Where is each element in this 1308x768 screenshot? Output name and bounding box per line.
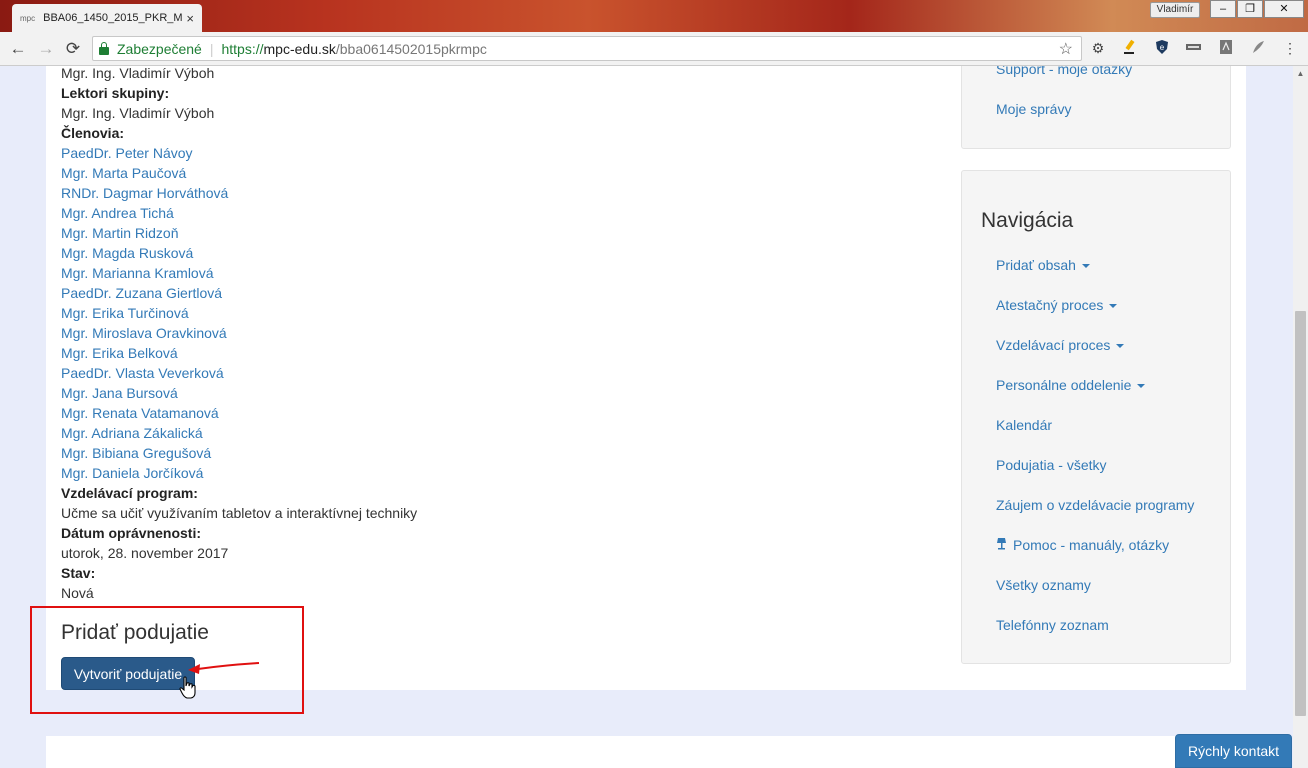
footer-panel (46, 736, 1246, 768)
lamp-icon (996, 537, 1007, 553)
nav-item-personnel[interactable]: Personálne oddelenie (996, 377, 1146, 393)
member-link[interactable]: Mgr. Erika Turčinová (61, 303, 941, 323)
member-link[interactable]: Mgr. Marianna Kramlová (61, 263, 941, 283)
bookmark-star-icon[interactable]: ☆ (1059, 39, 1073, 59)
member-link[interactable]: Mgr. Andrea Tichá (61, 203, 941, 223)
date-value: utorok, 28. november 2017 (61, 545, 229, 561)
highlight-box (30, 606, 304, 714)
caret-down-icon (1109, 304, 1118, 309)
member-link[interactable]: PaedDr. Vlasta Veverková (61, 363, 941, 383)
member-link[interactable]: PaedDr. Peter Návoy (61, 143, 941, 163)
caret-down-icon (1137, 384, 1146, 389)
sidebar-navigation-card: Navigácia Pridať obsah Atestačný proces … (961, 170, 1231, 664)
back-arrow-icon[interactable]: ← (7, 38, 29, 60)
member-link[interactable]: Mgr. Martin Ridzoň (61, 223, 941, 243)
nav-item-phonebook[interactable]: Telefónny zoznam (996, 617, 1109, 633)
members-label: Členovia: (61, 125, 125, 141)
browser-tab[interactable]: mpc BBA06_1450_2015_PKR_M × (12, 4, 202, 32)
caret-down-icon (1081, 264, 1090, 269)
group-details: Mgr. Ing. Vladimír Výboh Lektori skupiny… (61, 66, 941, 603)
nav-item-education[interactable]: Vzdelávací proces (996, 337, 1125, 353)
scroll-up-icon[interactable]: ▲ (1293, 66, 1308, 81)
nav-item-help[interactable]: Pomoc - manuály, otázky (996, 537, 1169, 553)
reload-icon[interactable]: ⟳ (62, 38, 84, 60)
member-link[interactable]: Mgr. Miroslava Oravkinová (61, 323, 941, 343)
member-link[interactable]: Mgr. Bibiana Gregušová (61, 443, 941, 463)
nav-item-add-content[interactable]: Pridať obsah (996, 257, 1090, 273)
nav-item-program-interest[interactable]: Záujem o vzdelávacie programy (996, 497, 1194, 513)
maximize-button[interactable]: ❐ (1237, 0, 1263, 18)
scrollbar-thumb[interactable] (1295, 311, 1306, 716)
highlighter-icon[interactable] (1121, 39, 1139, 57)
nav-item-all-notices[interactable]: Všetky oznamy (996, 577, 1091, 593)
nav-item-label: Personálne oddelenie (996, 377, 1132, 393)
url-host: mpc-edu.sk (263, 40, 336, 57)
group-top-name: Mgr. Ing. Vladimír Výboh (61, 66, 215, 81)
profile-button[interactable]: Vladimír (1150, 2, 1200, 18)
svg-text:e: e (1160, 43, 1165, 52)
forward-arrow-icon[interactable]: → (35, 38, 57, 60)
menu-icon[interactable]: ⋮ (1281, 39, 1299, 57)
member-link[interactable]: RNDr. Dagmar Horváthová (61, 183, 941, 203)
member-link[interactable]: Mgr. Erika Belková (61, 343, 941, 363)
date-label: Dátum oprávnenosti: (61, 525, 202, 541)
lecturers-label: Lektori skupiny: (61, 85, 170, 101)
page-scrollbar[interactable]: ▲ (1293, 66, 1308, 768)
member-link[interactable]: Mgr. Jana Bursová (61, 383, 941, 403)
tab-title: BBA06_1450_2015_PKR_M (43, 12, 183, 24)
window-close-button[interactable]: ✕ (1264, 0, 1304, 18)
page-viewport: Mgr. Ing. Vladimír Výboh Lektori skupiny… (0, 66, 1293, 768)
nav-item-attestation[interactable]: Atestačný proces (996, 297, 1118, 313)
shield-icon[interactable]: e (1153, 39, 1171, 57)
navigation-title: Navigácia (981, 209, 1074, 232)
pdf-icon[interactable] (1217, 39, 1235, 57)
member-link[interactable]: Mgr. Renata Vatamanová (61, 403, 941, 423)
member-link[interactable]: Mgr. Daniela Jorčíková (61, 463, 941, 483)
favicon-icon: mpc (20, 13, 36, 23)
member-link[interactable]: Mgr. Adriana Zákalická (61, 423, 941, 443)
nav-item-label: Vzdelávací proces (996, 337, 1111, 353)
main-panel: Mgr. Ing. Vladimír Výboh Lektori skupiny… (46, 66, 1246, 690)
program-value: Učme sa učiť využívaním tabletov a inter… (61, 505, 418, 521)
tab-close-icon[interactable]: × (186, 11, 194, 26)
hand-cursor-icon (179, 676, 196, 699)
browser-toolbar: ← → ⟳ Zabezpečené | https://mpc-edu.sk/b… (0, 32, 1308, 66)
gear-icon[interactable]: ⚙ (1089, 39, 1107, 57)
secure-label: Zabezpečené (117, 40, 202, 57)
sidebar-account-card: Support - moje otázky Moje správy (961, 66, 1231, 149)
member-link[interactable]: PaedDr. Zuzana Giertlová (61, 283, 941, 303)
red-arrow-icon (188, 662, 260, 674)
minimize-button[interactable]: – (1210, 0, 1236, 18)
nav-item-all-events[interactable]: Podujatia - všetky (996, 457, 1107, 473)
nav-item-label: Pomoc - manuály, otázky (1013, 537, 1170, 553)
url-path: /bba0614502015pkrmpc (335, 40, 487, 57)
address-bar[interactable]: Zabezpečené | https://mpc-edu.sk/bba0614… (92, 36, 1082, 61)
browser-titlebar: mpc BBA06_1450_2015_PKR_M × Vladimír – ❐… (0, 0, 1308, 32)
status-value: Nová (61, 585, 94, 601)
caret-down-icon (1116, 344, 1125, 349)
sidebar-link-messages[interactable]: Moje správy (996, 101, 1071, 117)
members-list: PaedDr. Peter Návoy Mgr. Marta Paučová R… (61, 143, 941, 483)
url-protocol: https:// (221, 40, 264, 57)
program-label: Vzdelávací program: (61, 485, 198, 501)
quick-contact-button[interactable]: Rýchly kontakt (1175, 734, 1292, 768)
nav-item-label: Atestačný proces (996, 297, 1104, 313)
feather-icon[interactable] (1249, 39, 1267, 57)
lecturer-name: Mgr. Ing. Vladimír Výboh (61, 105, 215, 121)
battery-icon[interactable] (1185, 39, 1203, 57)
nav-item-label: Pridať obsah (996, 257, 1076, 273)
nav-item-calendar[interactable]: Kalendár (996, 417, 1052, 433)
address-separator: | (209, 40, 214, 57)
member-link[interactable]: Mgr. Magda Rusková (61, 243, 941, 263)
sidebar-link-support[interactable]: Support - moje otázky (996, 66, 1132, 77)
member-link[interactable]: Mgr. Marta Paučová (61, 163, 941, 183)
status-label: Stav: (61, 565, 96, 581)
lock-icon (99, 41, 109, 55)
